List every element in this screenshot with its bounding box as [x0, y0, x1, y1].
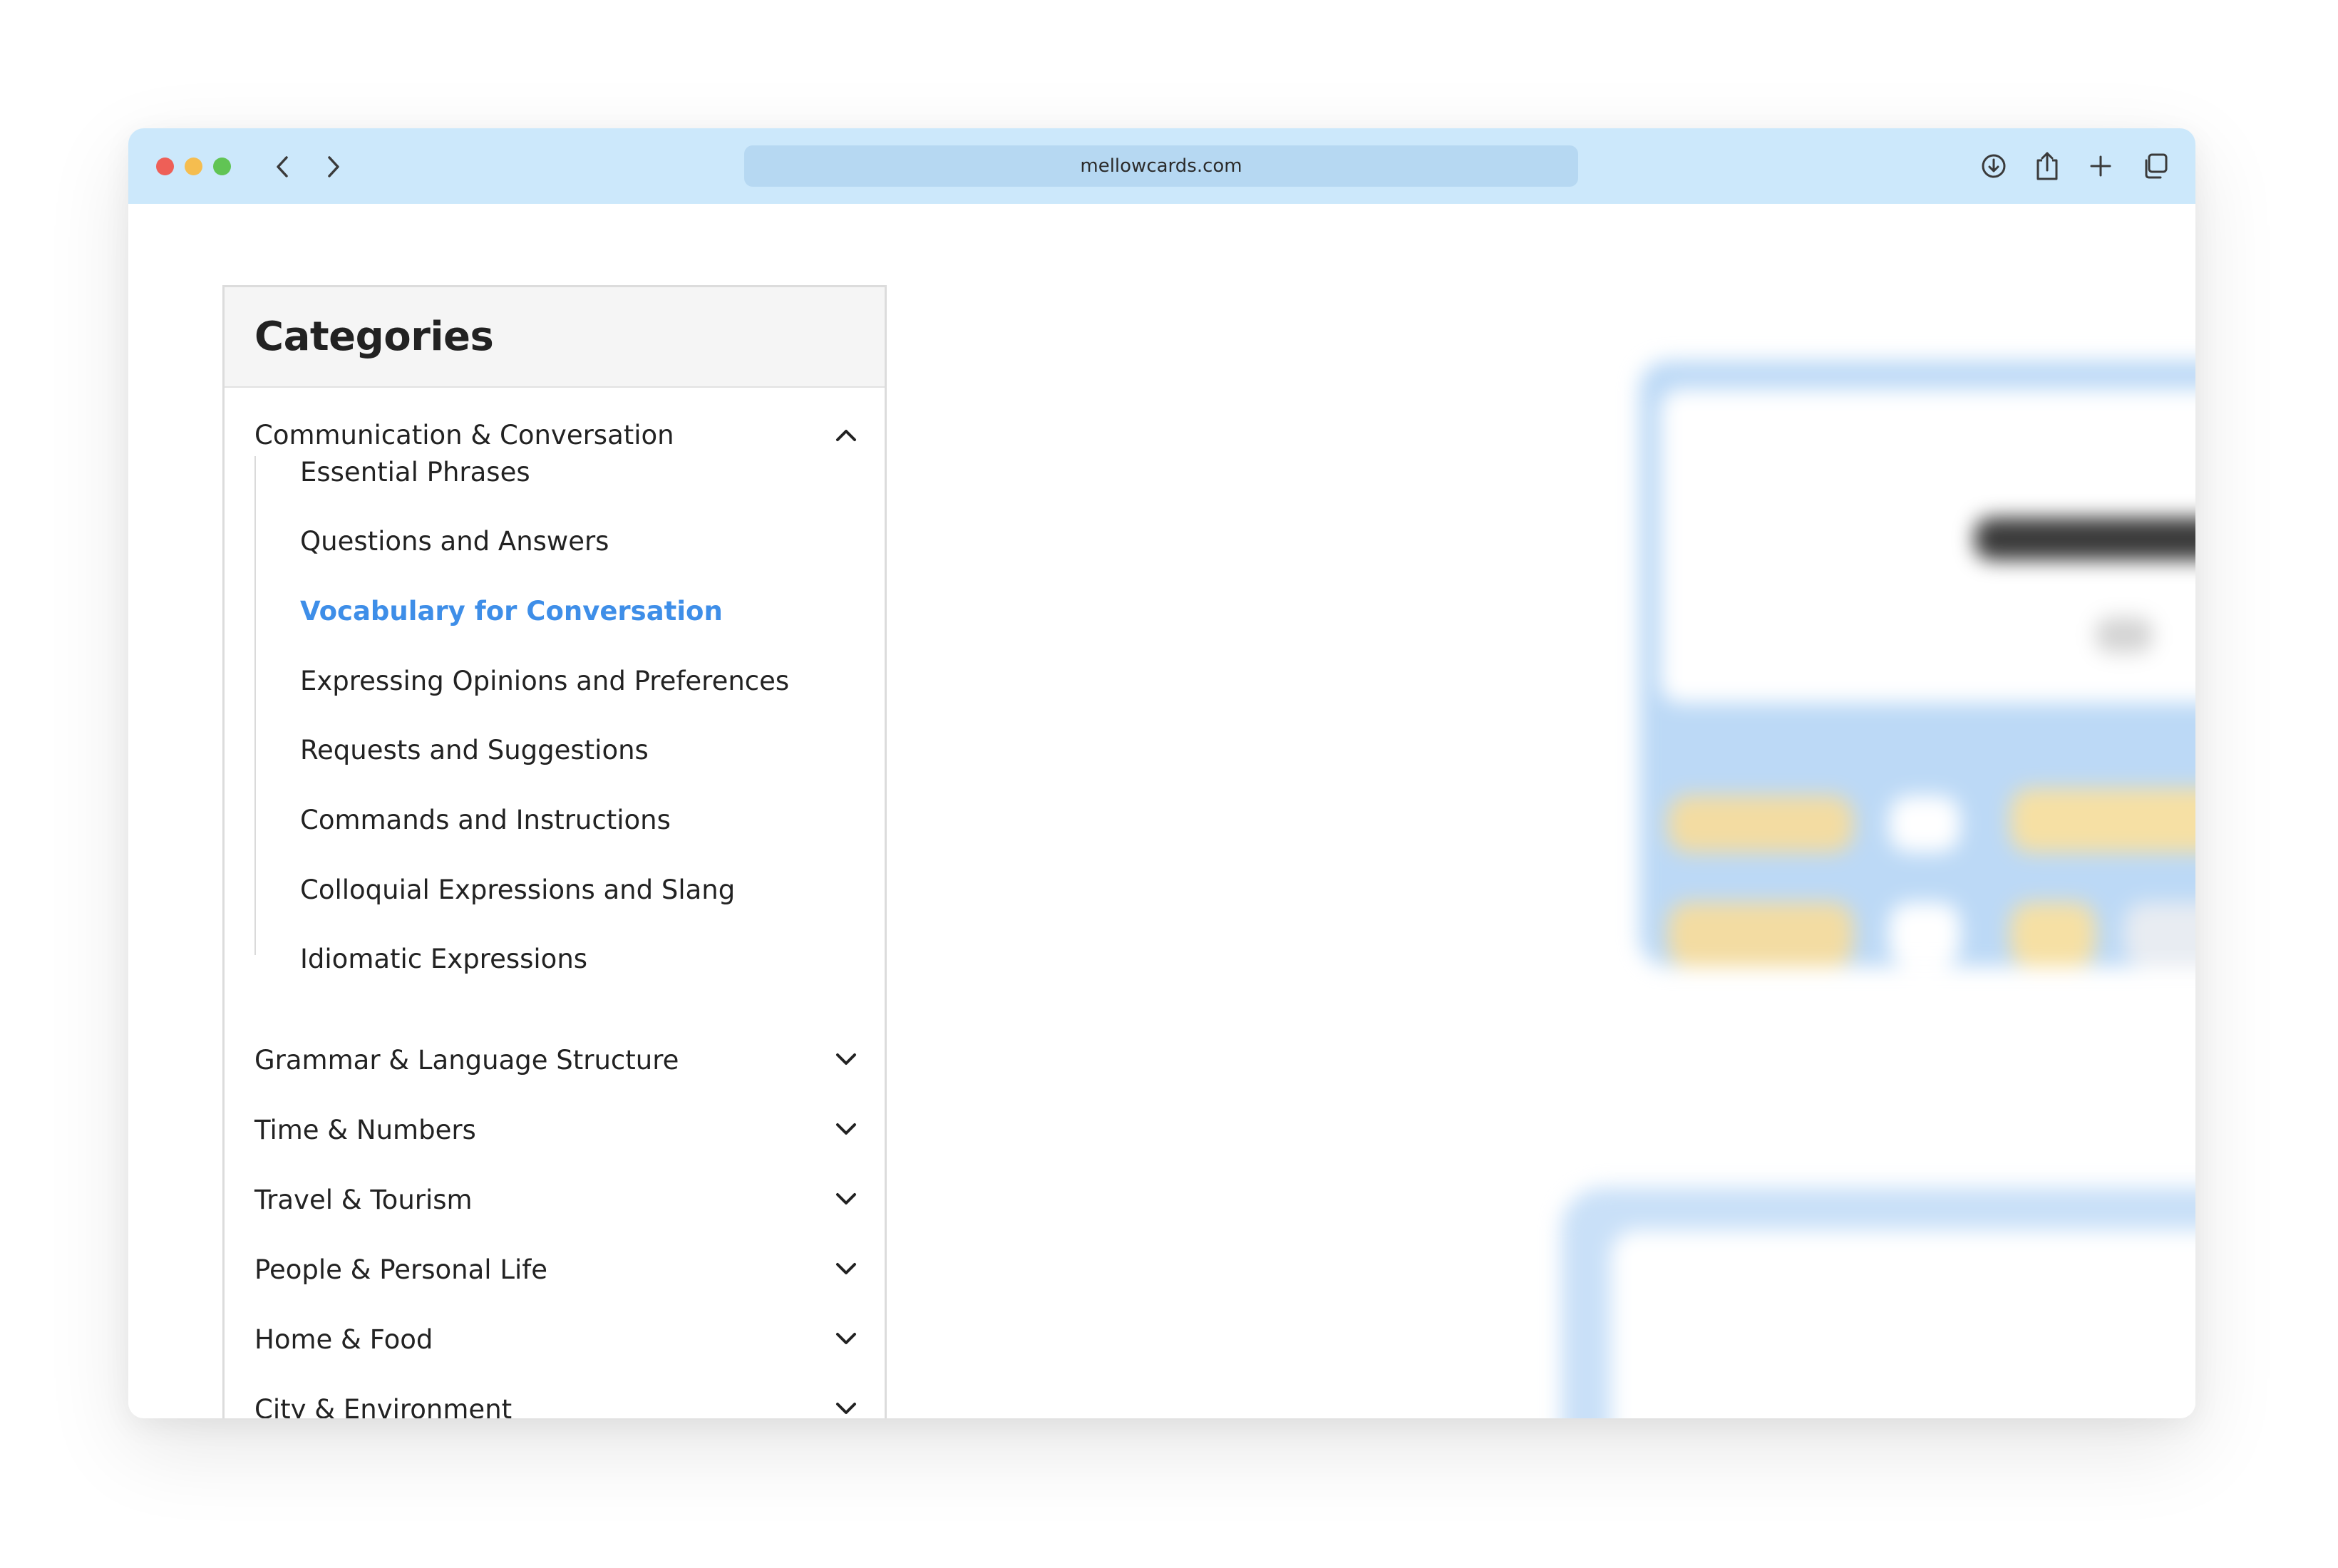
plus-icon [2090, 155, 2111, 177]
category-label: Grammar & Language Structure [254, 1044, 679, 1076]
category-label: City & Environment [254, 1393, 513, 1419]
subcategory-expressing-opinions[interactable]: Expressing Opinions and Preferences [300, 661, 789, 701]
category-time-numbers[interactable]: Time & Numbers [254, 1108, 860, 1151]
subcategory-essential-phrases[interactable]: Essential Phrases [300, 452, 530, 492]
downloads-button[interactable] [1976, 148, 2012, 184]
chevron-down-icon[interactable] [832, 1185, 860, 1214]
category-label: Home & Food [254, 1324, 433, 1355]
page-content: Categories Communication & Conversation … [128, 204, 2195, 1418]
category-travel-tourism[interactable]: Travel & Tourism [254, 1178, 860, 1221]
back-button[interactable] [265, 150, 299, 184]
download-icon [1982, 154, 2006, 178]
new-tab-button[interactable] [2083, 148, 2118, 184]
browser-window: mellowcards.com Categories Communication… [128, 128, 2195, 1418]
subcategory-colloquial-expressions[interactable]: Colloquial Expressions and Slang [300, 870, 735, 909]
tabs-icon [2145, 153, 2168, 179]
category-people-personal-life[interactable]: People & Personal Life [254, 1248, 860, 1291]
sidebar-header: Categories [225, 287, 885, 388]
subcategory-vocabulary-for-conversation[interactable]: Vocabulary for Conversation [300, 591, 723, 631]
category-label: Time & Numbers [254, 1114, 476, 1145]
zoom-window-button[interactable] [213, 158, 231, 175]
category-home-food[interactable]: Home & Food [254, 1318, 860, 1361]
chevron-down-icon[interactable] [832, 1395, 860, 1418]
category-communication[interactable]: Communication & Conversation [254, 413, 860, 456]
address-bar[interactable]: mellowcards.com [744, 145, 1578, 187]
share-icon [2036, 152, 2058, 180]
chevron-down-icon[interactable] [832, 1046, 860, 1074]
chevron-right-icon [328, 156, 339, 177]
chevron-down-icon[interactable] [832, 1255, 860, 1284]
blurred-card-preview [1340, 204, 2195, 1418]
category-label: Travel & Tourism [254, 1184, 473, 1215]
close-window-button[interactable] [156, 158, 174, 175]
forward-button[interactable] [316, 150, 351, 184]
tab-overview-button[interactable] [2137, 148, 2173, 184]
minimize-window-button[interactable] [185, 158, 202, 175]
chevron-up-icon[interactable] [832, 421, 860, 449]
browser-toolbar: mellowcards.com [128, 128, 2195, 204]
subcategory-list: Essential Phrases Questions and Answers … [254, 456, 869, 974]
chevron-down-icon[interactable] [832, 1325, 860, 1353]
url-text: mellowcards.com [1080, 155, 1242, 177]
category-label: Communication & Conversation [254, 419, 674, 450]
categories-sidebar: Categories Communication & Conversation … [222, 285, 887, 1418]
category-label: People & Personal Life [254, 1254, 548, 1285]
category-grammar[interactable]: Grammar & Language Structure [254, 1038, 860, 1081]
chevron-down-icon[interactable] [832, 1115, 860, 1144]
category-city-environment[interactable]: City & Environment [254, 1388, 860, 1418]
subcategory-idiomatic-expressions[interactable]: Idiomatic Expressions [300, 939, 587, 979]
subcategory-commands-and-instructions[interactable]: Commands and Instructions [300, 800, 671, 840]
share-button[interactable] [2029, 148, 2065, 184]
sidebar-title: Categories [254, 314, 494, 360]
subcategory-requests-and-suggestions[interactable]: Requests and Suggestions [300, 730, 649, 770]
subcategory-questions-and-answers[interactable]: Questions and Answers [300, 521, 609, 561]
chevron-left-icon [277, 156, 288, 177]
